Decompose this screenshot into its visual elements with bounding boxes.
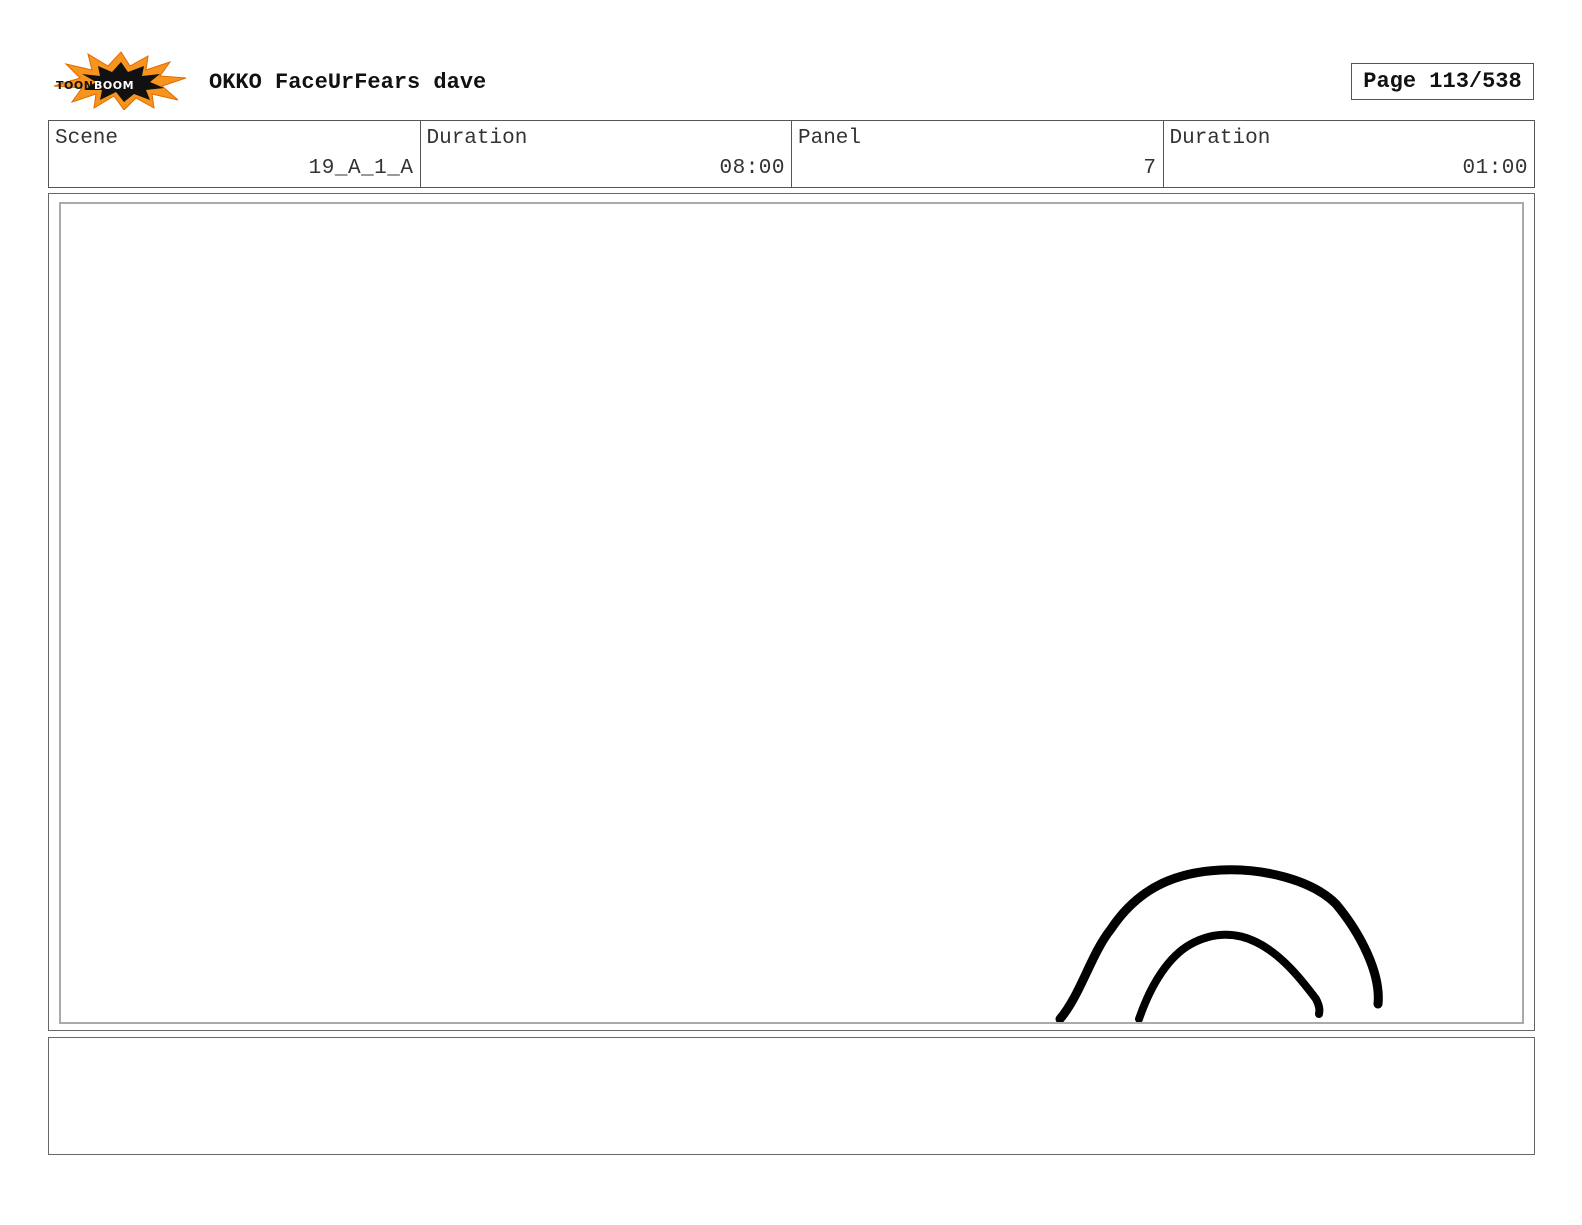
panel-duration-cell: Duration 01:00: [1162, 121, 1535, 187]
scene-duration-value: 08:00: [719, 157, 785, 180]
scene-duration-label: Duration: [426, 127, 528, 150]
panel-sketch: [1055, 865, 1383, 1022]
scene-cell: Scene 19_A_1_A: [49, 121, 420, 187]
scene-label: Scene: [55, 127, 119, 150]
panel-label: Panel: [798, 127, 862, 150]
storyboard-panel-image: [59, 202, 1524, 1024]
panel-duration-label: Duration: [1169, 127, 1271, 150]
sketch-outer-arc: [1055, 865, 1383, 1022]
scene-value: 19_A_1_A: [308, 157, 414, 180]
toon-boom-logo: TOON BOOM: [52, 50, 190, 111]
sketch-inner-arc: [1135, 930, 1324, 1022]
page-indicator: Page 113/538: [1351, 63, 1534, 100]
panel-duration-value: 01:00: [1462, 157, 1528, 180]
panel-value: 7: [1143, 157, 1157, 180]
scene-duration-cell: Duration 08:00: [419, 121, 792, 187]
document-title: OKKO FaceUrFears dave: [209, 70, 487, 95]
toon-boom-logo-icon: TOON BOOM: [53, 51, 187, 111]
logo-text-boom: BOOM: [94, 79, 134, 92]
logo-text: TOON: [56, 79, 93, 92]
scene-info-table: Scene 19_A_1_A Duration 08:00 Panel 7 Du…: [48, 120, 1535, 188]
panel-cell: Panel 7: [791, 121, 1163, 187]
panel-notes-box: [48, 1037, 1535, 1155]
